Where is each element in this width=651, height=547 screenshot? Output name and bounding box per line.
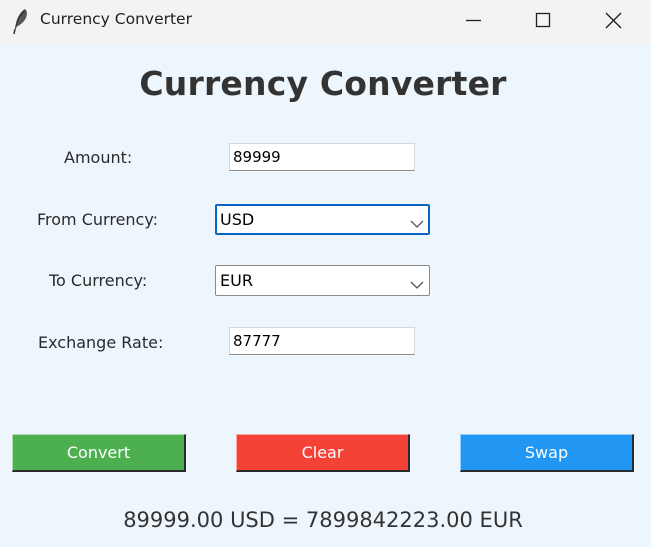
swap-button[interactable]: Swap	[460, 434, 634, 472]
from-currency-label: From Currency:	[37, 210, 159, 229]
result-text: 89999.00 USD = 7899842223.00 EUR	[123, 508, 523, 532]
clear-button[interactable]: Clear	[236, 434, 410, 472]
from-currency-select[interactable]: USD	[215, 204, 430, 235]
exchange-rate-label: Exchange Rate:	[38, 333, 164, 352]
amount-label: Amount:	[64, 148, 133, 167]
to-currency-value: EUR	[220, 271, 253, 290]
to-currency-select[interactable]: EUR	[215, 265, 430, 296]
title-bar[interactable]: Currency Converter	[0, 0, 651, 43]
from-currency-value: USD	[220, 210, 255, 229]
feather-icon	[11, 7, 31, 35]
chevron-down-icon	[410, 214, 424, 228]
maximize-button[interactable]	[519, 0, 565, 42]
minimize-button[interactable]	[450, 0, 496, 42]
convert-button[interactable]: Convert	[12, 434, 186, 472]
exchange-rate-input[interactable]: 87777	[229, 327, 415, 355]
close-button[interactable]	[590, 0, 636, 42]
to-currency-label: To Currency:	[49, 271, 148, 290]
amount-input[interactable]: 89999	[229, 143, 415, 171]
page-title: Currency Converter	[139, 64, 507, 103]
window-title: Currency Converter	[40, 10, 192, 28]
chevron-down-icon	[410, 275, 424, 289]
